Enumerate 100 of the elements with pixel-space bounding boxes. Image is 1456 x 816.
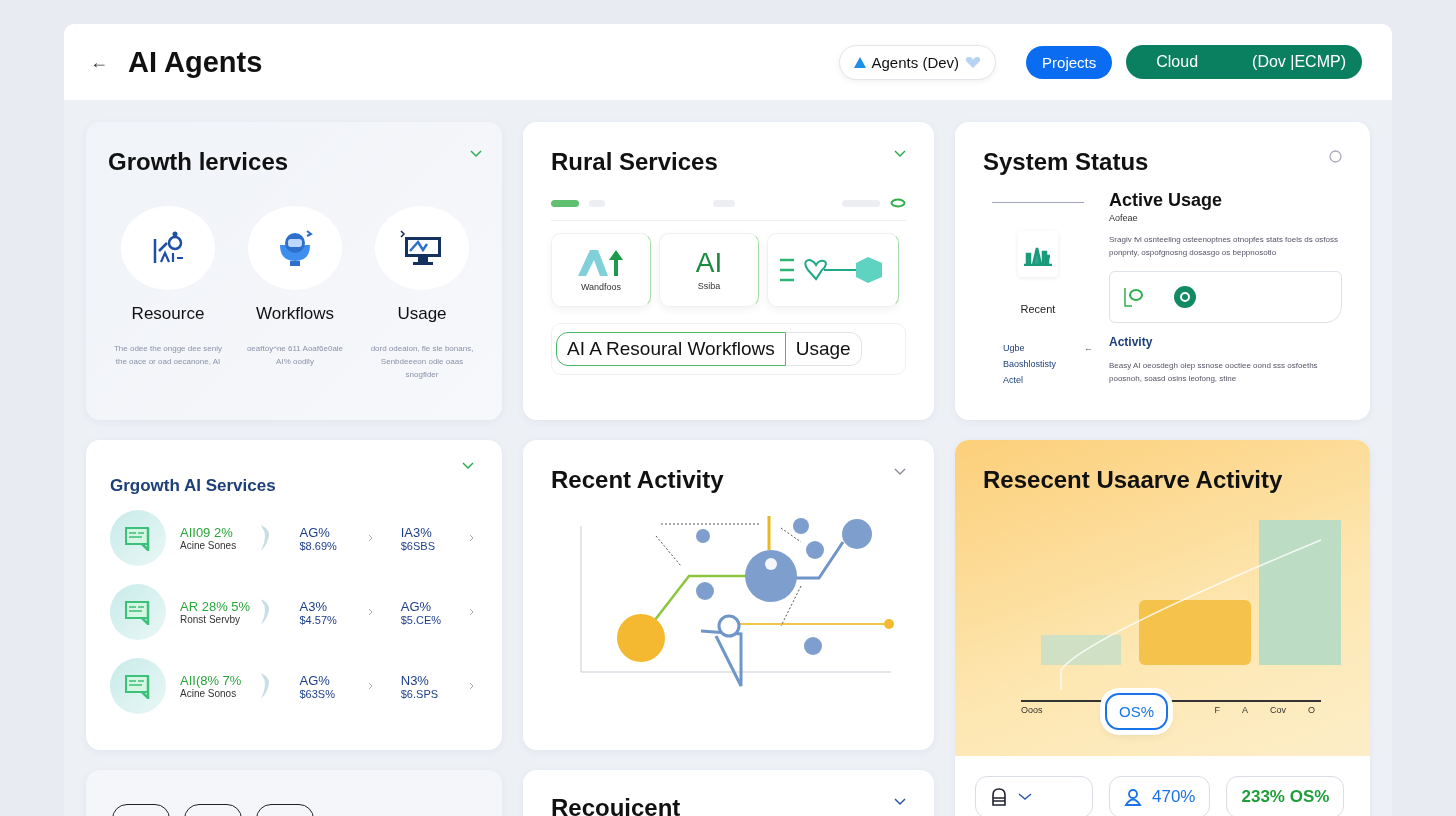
description-text: Beasy AI oeosdegh olep ssnose ooctiee oond sss osfoeths poosnoh, soasd osins leofong, stine — [1109, 360, 1319, 385]
chevron-down-icon[interactable] — [894, 798, 906, 806]
cloud-button[interactable]: Cloud (Dov |ECMP) — [1126, 45, 1362, 79]
metric-value: AG% — [299, 524, 331, 540]
chevron-down-icon[interactable] — [894, 468, 906, 476]
heart-icon — [965, 56, 982, 68]
section-title: Activity — [1109, 335, 1154, 349]
chevron-down-icon[interactable] — [894, 150, 906, 158]
service-label: Workflows — [255, 304, 335, 324]
user-metric-chip[interactable]: 470% — [1109, 776, 1211, 816]
swoosh-icon — [258, 523, 272, 553]
metric-value: AR 28% 5% — [180, 599, 251, 614]
triangle-icon — [853, 56, 866, 68]
axis-label: Cov — [1270, 705, 1287, 715]
ring-node — [717, 614, 741, 638]
metric-value: N3% — [400, 672, 430, 688]
metric-value: AII09 2% — [180, 525, 234, 540]
metric-value: AG% — [400, 598, 433, 614]
metric-value: $6SBS — [400, 539, 436, 552]
node-circle — [806, 541, 824, 559]
sidebar-link[interactable]: Baoshlostisty — [1003, 359, 1057, 369]
sidebar-link[interactable]: Actel — [1003, 375, 1023, 385]
database-icon — [990, 787, 1008, 807]
segment-tab[interactable]: Usage — [785, 332, 862, 366]
node-circle — [804, 637, 822, 655]
status-badge-icon — [1174, 286, 1196, 308]
page-title: AI Agents — [128, 45, 263, 79]
axis-label: A — [1242, 705, 1249, 715]
service-tile[interactable]: Wandfoos — [551, 233, 651, 307]
chevron-right-icon[interactable] — [469, 682, 474, 690]
axis-label: O — [1308, 705, 1316, 715]
metric-value: $63S% — [299, 687, 336, 700]
tile-caption: Wandfoos — [580, 282, 622, 292]
mountain-arrow-logo-icon — [578, 248, 624, 278]
axis-label: Ooos — [1021, 705, 1043, 715]
service-label: Resource — [131, 304, 205, 324]
chevron-right-icon[interactable] — [469, 534, 474, 542]
node-circle — [696, 582, 714, 600]
radio-circle-icon[interactable] — [1329, 150, 1342, 163]
card-title: Growth lervices — [108, 147, 289, 176]
chat-chart-icon — [110, 658, 166, 714]
card-title: Resecent Usaarve Activity — [983, 465, 1284, 494]
user-icon — [1124, 788, 1142, 806]
arrow-glyph[interactable]: ← — [1084, 343, 1093, 353]
metric-label: Acine Sonos — [180, 688, 238, 699]
environment-label: Agents (Dev) — [871, 53, 960, 71]
node-circle — [842, 519, 872, 549]
node-circle — [617, 614, 665, 662]
card-title: Grgowth AI Services — [110, 475, 276, 496]
service-description: The odee the ongge dee seniy the oace or oad oecanone, AI — [113, 343, 223, 368]
chevron-right-icon[interactable] — [469, 608, 474, 616]
service-description: oeaftoy^ne 611 Aoaf6e0ale AI% oodlly — [245, 343, 345, 368]
metric-value: IA3% — [400, 524, 433, 540]
back-button[interactable]: ← — [84, 49, 114, 75]
service-tile[interactable] — [767, 233, 899, 307]
metric-label: Ronst Servby — [180, 614, 242, 625]
person-node-icon — [151, 231, 185, 265]
recent-label: Recent — [1020, 303, 1056, 315]
chevron-right-icon[interactable] — [367, 608, 373, 616]
axis-label: F — [1214, 705, 1220, 715]
robot-head-icon — [277, 229, 313, 267]
link-ring-icon — [1124, 286, 1146, 308]
sidebar-link[interactable]: Ugbe — [1003, 343, 1025, 353]
dropdown-chip[interactable] — [975, 776, 1093, 816]
service-label: Usage — [397, 304, 447, 324]
monitor-chart-icon — [400, 230, 444, 266]
projects-button[interactable]: Projects — [1026, 45, 1113, 79]
chat-chart-icon — [110, 584, 166, 640]
progress-pill — [551, 199, 579, 207]
card-title: Recent Activity — [551, 465, 724, 494]
tile-initials: AI — [695, 249, 723, 277]
metric-value: $6.SPS — [400, 687, 440, 700]
card-title: Recouicent — [551, 794, 681, 816]
chevron-right-icon[interactable] — [367, 534, 373, 542]
tile-caption: Ssiba — [697, 281, 721, 291]
chat-chart-icon — [110, 510, 166, 566]
node-circle — [793, 518, 809, 534]
service-tile[interactable]: AI Ssiba — [659, 233, 759, 307]
node-dot — [765, 558, 777, 570]
metric-value: AG% — [299, 672, 331, 688]
metric-label: Acine Sones — [180, 540, 238, 551]
swoosh-icon — [258, 671, 272, 701]
ring-icon — [890, 198, 906, 208]
metric-value: $8.69% — [299, 539, 338, 552]
segment-tab[interactable]: AI A Resoural Workflows — [556, 332, 786, 366]
service-description: dord odeaion, fle sle bonans, Senbdeeeon odie oaas snogflder — [369, 343, 475, 381]
card-title: System Status — [983, 147, 1149, 176]
chevron-down-icon[interactable] — [462, 462, 474, 470]
environment-selector[interactable]: Agents (Dev) — [838, 44, 997, 80]
node-circle — [745, 550, 797, 602]
section-title: Active Usage — [1109, 190, 1224, 211]
metric-value: $5.CE% — [400, 613, 443, 626]
connector-line — [700, 629, 743, 688]
chevron-right-icon[interactable] — [367, 682, 373, 690]
swoosh-icon — [258, 597, 272, 627]
node-circle — [884, 619, 894, 629]
chevron-down-icon — [1018, 793, 1032, 801]
node-circle — [696, 529, 710, 543]
description-text: Sragiv fvl osnteeling osteenoptnes otnopfes stats foels ds osfoss ponpnty, ospofgnosng dosasgo os beppnosotio — [1109, 234, 1340, 259]
metric-value: AII(8% 7% — [180, 673, 243, 688]
